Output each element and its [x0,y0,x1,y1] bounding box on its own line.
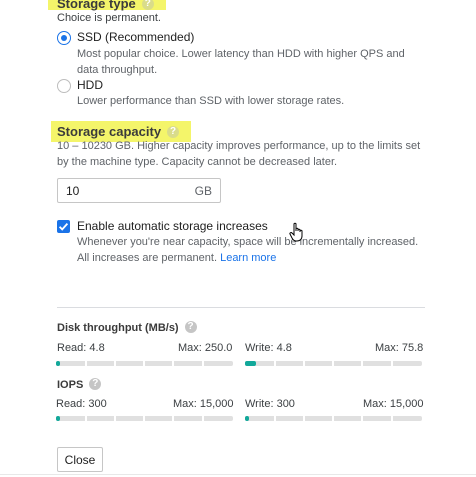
disk-throughput-title-text: Disk throughput (MB/s) [57,322,179,334]
radio-ssd-description: Most popular choice. Lower latency than … [77,48,405,76]
bar-tick [303,361,305,366]
bar-tick [303,416,305,421]
learn-more-link[interactable]: Learn more [220,252,276,264]
bar-tick [361,361,363,366]
iops-read-bar [56,416,233,421]
help-icon[interactable]: ? [141,0,154,10]
storage-capacity-unit: GB [194,184,212,198]
bar-tick [114,416,116,421]
bar-tick [85,361,87,366]
iops-write-max: Max: 15,000 [363,398,424,410]
radio-ssd-label[interactable]: SSD (Recommended) [77,30,194,44]
bar-tick [143,416,145,421]
throughput-write-fill [245,361,256,366]
hand-cursor-icon [289,222,303,242]
bar-tick [85,416,87,421]
help-icon[interactable]: ? [184,321,197,334]
auto-increase-label[interactable]: Enable automatic storage increases [77,219,268,233]
iops-read-label: Read: 300 [56,398,107,410]
iops-write-label: Write: 300 [245,398,295,410]
bar-tick [391,361,393,366]
throughput-write-max: Max: 75.8 [375,342,424,354]
storage-settings-panel: Storage type? Choice is permanent. SSD (… [0,0,476,477]
throughput-read-bar [56,361,233,366]
divider [57,307,425,308]
bar-tick [332,361,334,366]
storage-capacity-description: 10 – 10230 GB. Higher capacity improves … [57,140,421,168]
throughput-read-max: Max: 250.0 [178,342,233,354]
storage-capacity-value[interactable]: 10 [66,184,79,198]
iops-read-max: Max: 15,000 [173,398,234,410]
radio-hdd[interactable] [57,79,71,93]
bar-tick [114,361,116,366]
iops-title-text: IOPS [57,379,84,391]
throughput-write-bar [245,361,422,366]
storage-type-subtitle: Choice is permanent. [57,12,161,24]
bar-tick [202,361,204,366]
iops-read-fill [56,416,60,421]
storage-capacity-title: Storage capacity? [57,124,180,139]
auto-increase-checkbox[interactable] [57,220,70,233]
checkmark-icon [58,222,69,231]
bar-tick [391,416,393,421]
throughput-read-fill [56,361,60,366]
bar-tick [332,416,334,421]
storage-capacity-title-text: Storage capacity [57,124,162,139]
disk-throughput-title: Disk throughput (MB/s)? [57,321,197,334]
bar-tick [172,416,174,421]
radio-hdd-label[interactable]: HDD [77,78,103,92]
bar-tick [143,361,145,366]
help-icon[interactable]: ? [167,125,180,138]
bar-tick [274,361,276,366]
auto-increase-description: Whenever you're near capacity, space wil… [77,234,422,266]
close-button[interactable]: Close [57,447,103,472]
bottom-border [0,474,476,475]
radio-hdd-description: Lower performance than SSD with lower st… [77,95,345,107]
throughput-write-label: Write: 4.8 [245,342,292,354]
bar-tick [202,416,204,421]
help-icon[interactable]: ? [89,378,102,391]
iops-title: IOPS? [57,378,102,391]
iops-write-fill [245,416,249,421]
bar-tick [361,416,363,421]
storage-capacity-input[interactable]: 10 GB [57,178,221,203]
bar-tick [172,361,174,366]
throughput-read-label: Read: 4.8 [57,342,105,354]
bar-tick [274,416,276,421]
iops-write-bar [245,416,422,421]
radio-ssd[interactable] [57,31,71,45]
